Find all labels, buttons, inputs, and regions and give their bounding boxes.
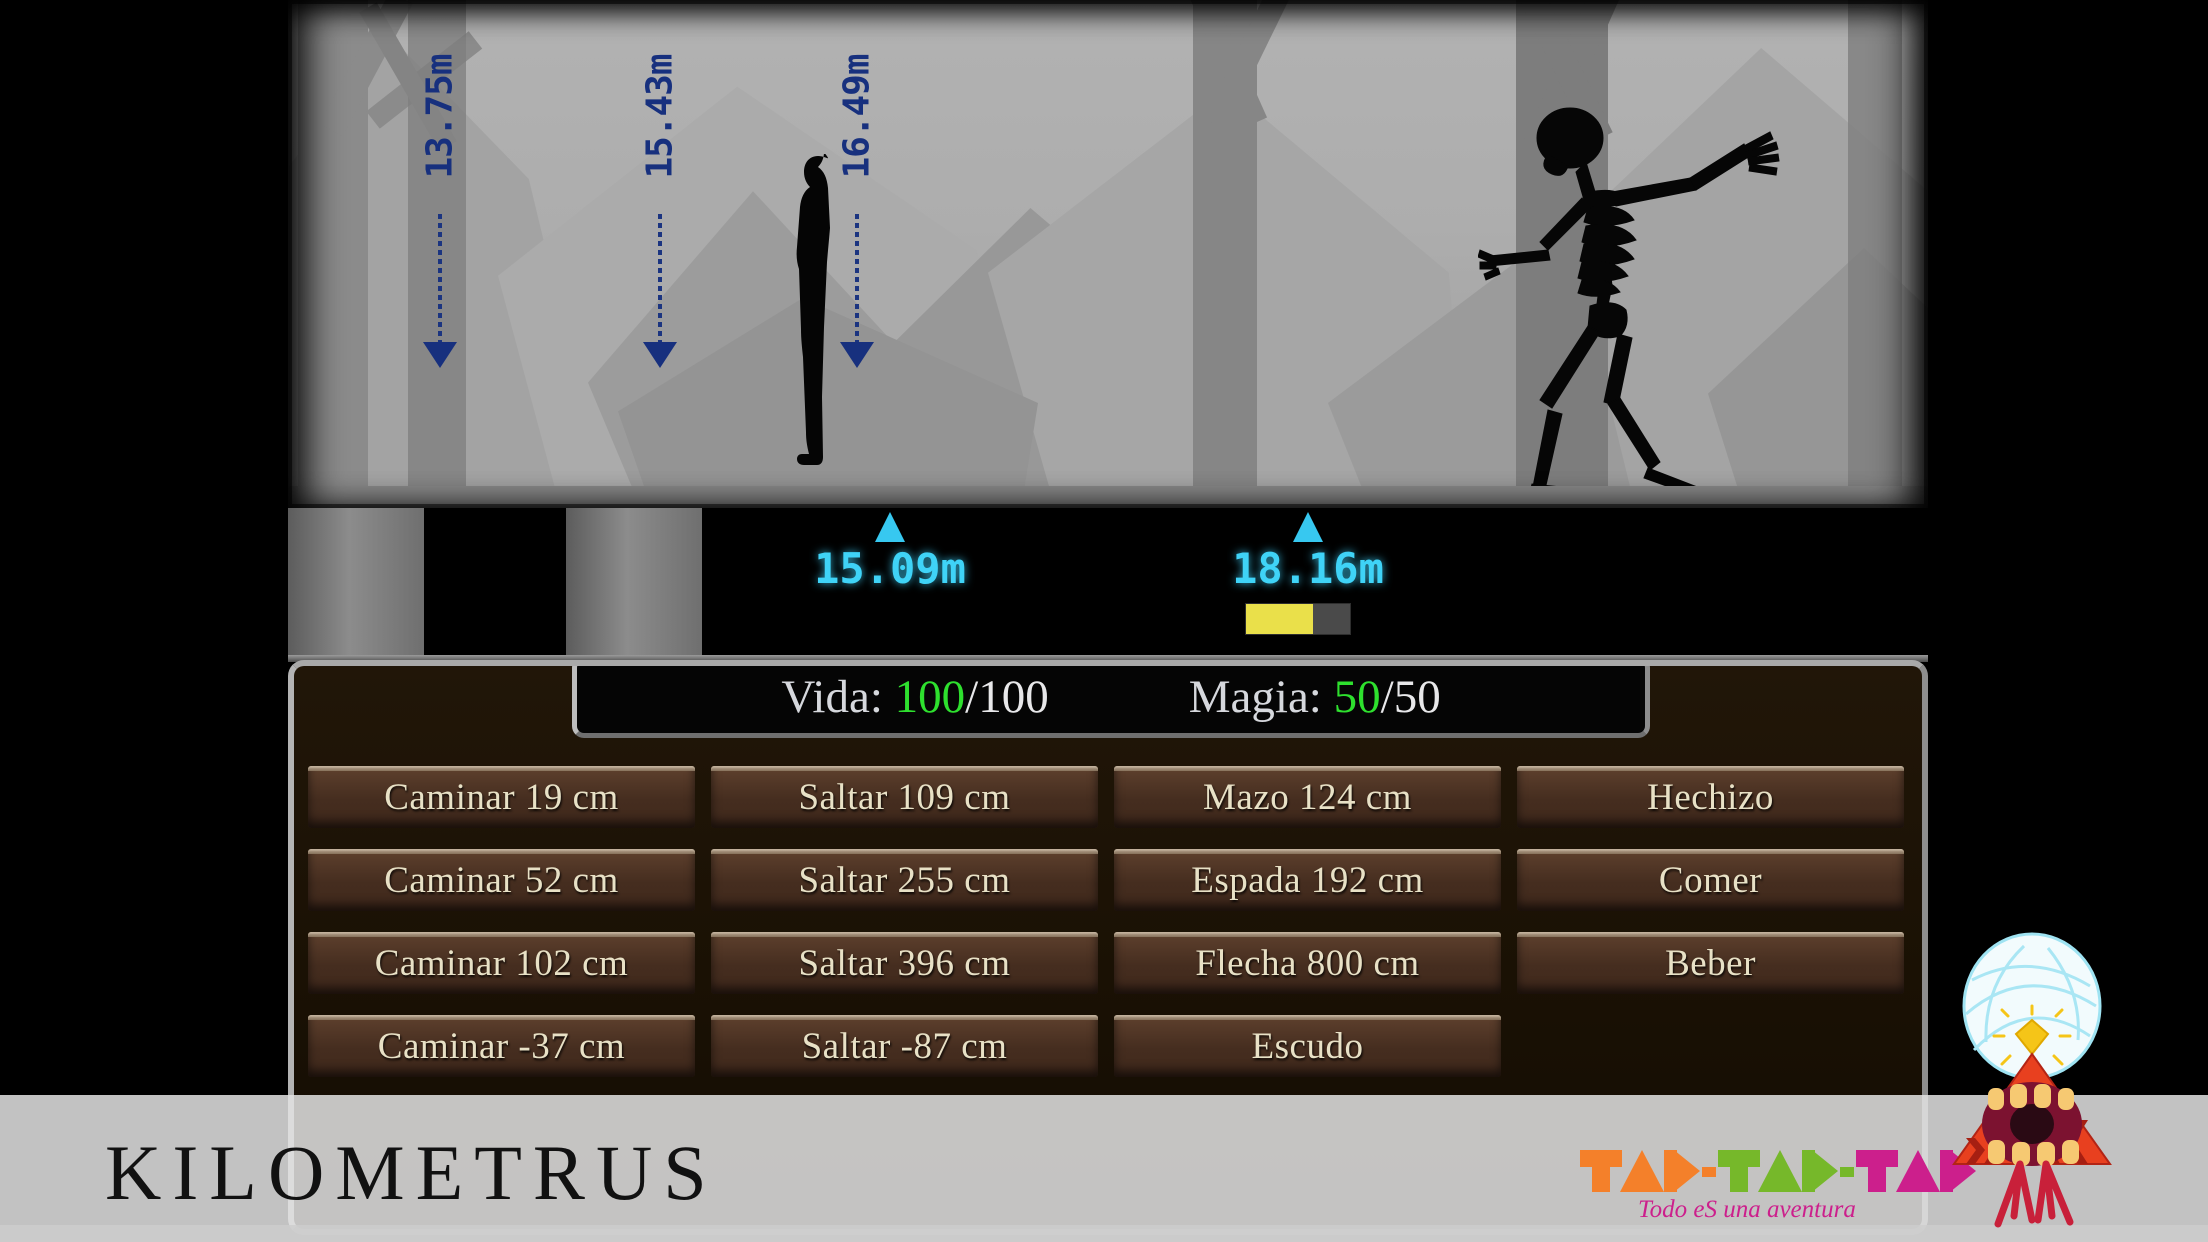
action-button-label: Caminar 19 cm: [384, 776, 619, 818]
unit-marker-player: 15.09m: [790, 508, 990, 660]
action-button[interactable]: Flecha 800 cm: [1114, 932, 1501, 994]
ground-line: [288, 486, 1928, 508]
action-button[interactable]: Beber: [1517, 932, 1904, 994]
distance-marker: 16.49m: [836, 0, 878, 420]
action-button[interactable]: Saltar 255 cm: [711, 849, 1098, 911]
distance-marker-arrow-icon: [840, 342, 874, 368]
logo-letter-k: [1664, 1150, 1700, 1192]
action-button[interactable]: Hechizo: [1517, 766, 1904, 828]
health-current: 100: [894, 671, 966, 723]
action-button[interactable]: Caminar -37 cm: [308, 1015, 695, 1077]
distance-marker-arrow-icon: [423, 342, 457, 368]
magic-label: Magia:: [1188, 671, 1322, 723]
logo-letter-a: [1758, 1150, 1802, 1192]
magic-separator: /: [1380, 671, 1394, 723]
distance-marker-line: [658, 214, 662, 342]
action-button-label: Flecha 800 cm: [1195, 942, 1420, 984]
distance-marker-label: 13.75m: [419, 54, 461, 179]
action-button[interactable]: Escudo: [1114, 1015, 1501, 1077]
distance-marker: 13.75m: [419, 0, 461, 420]
game-title: KILOMETRUS: [105, 1129, 718, 1216]
logo-letter-t: [1856, 1150, 1898, 1192]
action-button-label: Saltar 255 cm: [798, 859, 1011, 901]
action-button-label: Caminar 52 cm: [384, 859, 619, 901]
action-button-label: Caminar 102 cm: [374, 942, 629, 984]
health-max: 100: [978, 671, 1049, 723]
logo-dash-2: [1840, 1167, 1854, 1177]
distance-marker-arrow-icon: [643, 342, 677, 368]
action-button-label: Saltar 109 cm: [798, 776, 1011, 818]
action-button-label: Escudo: [1251, 1025, 1364, 1067]
unit-pointer-icon: [875, 512, 905, 542]
action-button-label: Comer: [1658, 859, 1763, 901]
action-button[interactable]: Espada 192 cm: [1114, 849, 1501, 911]
logo-dash-1: [1702, 1167, 1716, 1177]
scene-viewport: [288, 0, 1928, 508]
action-button[interactable]: Saltar 109 cm: [711, 766, 1098, 828]
logo-letter-k: [1802, 1150, 1838, 1192]
health-separator: /: [965, 671, 979, 723]
unit-info-strip: 15.09m 18.16m: [288, 508, 1928, 660]
action-button[interactable]: Comer: [1517, 849, 1904, 911]
action-button-label: Saltar 396 cm: [798, 942, 1011, 984]
health-label: Vida:: [781, 671, 883, 723]
action-button-label: Caminar -37 cm: [377, 1025, 626, 1067]
distance-marker-label: 16.49m: [836, 54, 878, 179]
action-slot-empty: [1517, 1015, 1904, 1077]
tree-trunk-below: [566, 508, 702, 660]
action-button[interactable]: Caminar 19 cm: [308, 766, 695, 828]
logo-letter-a: [1620, 1150, 1664, 1192]
action-button[interactable]: Saltar -87 cm: [711, 1015, 1098, 1077]
tak-tak-tak-logo: Todo eS una aventura: [1580, 1150, 1976, 1230]
action-button-label: Mazo 124 cm: [1203, 776, 1412, 818]
status-plate: Vida: 100/100 Magia: 50/50: [572, 666, 1650, 738]
mascot-character: [1952, 932, 2112, 1228]
magic-max: 50: [1393, 671, 1441, 723]
distance-marker: 15.43m: [639, 0, 681, 420]
logo-tagline: Todo eS una aventura: [1638, 1196, 1856, 1223]
distance-marker-line: [438, 214, 442, 342]
logo-letter-t: [1718, 1150, 1760, 1192]
magic-status: Magia: 50/50: [1189, 670, 1441, 724]
game-screen: 13.75m 15.43m 16.49m 15.09m 18.16m Vida: 10…: [0, 0, 2208, 1242]
action-button[interactable]: Saltar 396 cm: [711, 932, 1098, 994]
enemy-health-bar-fill: [1246, 604, 1313, 634]
action-button[interactable]: Mazo 124 cm: [1114, 766, 1501, 828]
enemy-skeleton-silhouette: [1478, 107, 1780, 499]
tree-trunk: [1848, 0, 1902, 495]
health-status: Vida: 100/100: [781, 670, 1048, 724]
distance-marker-label: 15.43m: [639, 54, 681, 179]
action-button[interactable]: Caminar 102 cm: [308, 932, 695, 994]
unit-marker-enemy-skeleton: 18.16m: [1208, 508, 1408, 660]
distance-marker-line: [855, 214, 859, 342]
enemy-health-bar: [1246, 604, 1350, 634]
action-button[interactable]: Caminar 52 cm: [308, 849, 695, 911]
unit-distance-label: 15.09m: [814, 544, 966, 593]
logo-letter-t: [1580, 1150, 1622, 1192]
tree-trunk-below: [288, 508, 424, 660]
action-button-label: Hechizo: [1647, 776, 1774, 818]
unit-pointer-icon: [1293, 512, 1323, 542]
action-button-label: Saltar -87 cm: [801, 1025, 1008, 1067]
action-button-label: Espada 192 cm: [1191, 859, 1424, 901]
magic-current: 50: [1333, 671, 1381, 723]
unit-distance-label: 18.16m: [1232, 544, 1384, 593]
action-button-label: Beber: [1665, 942, 1756, 984]
action-button-grid: Caminar 19 cm Saltar 109 cm Mazo 124 cm Hec…: [308, 766, 1904, 1077]
